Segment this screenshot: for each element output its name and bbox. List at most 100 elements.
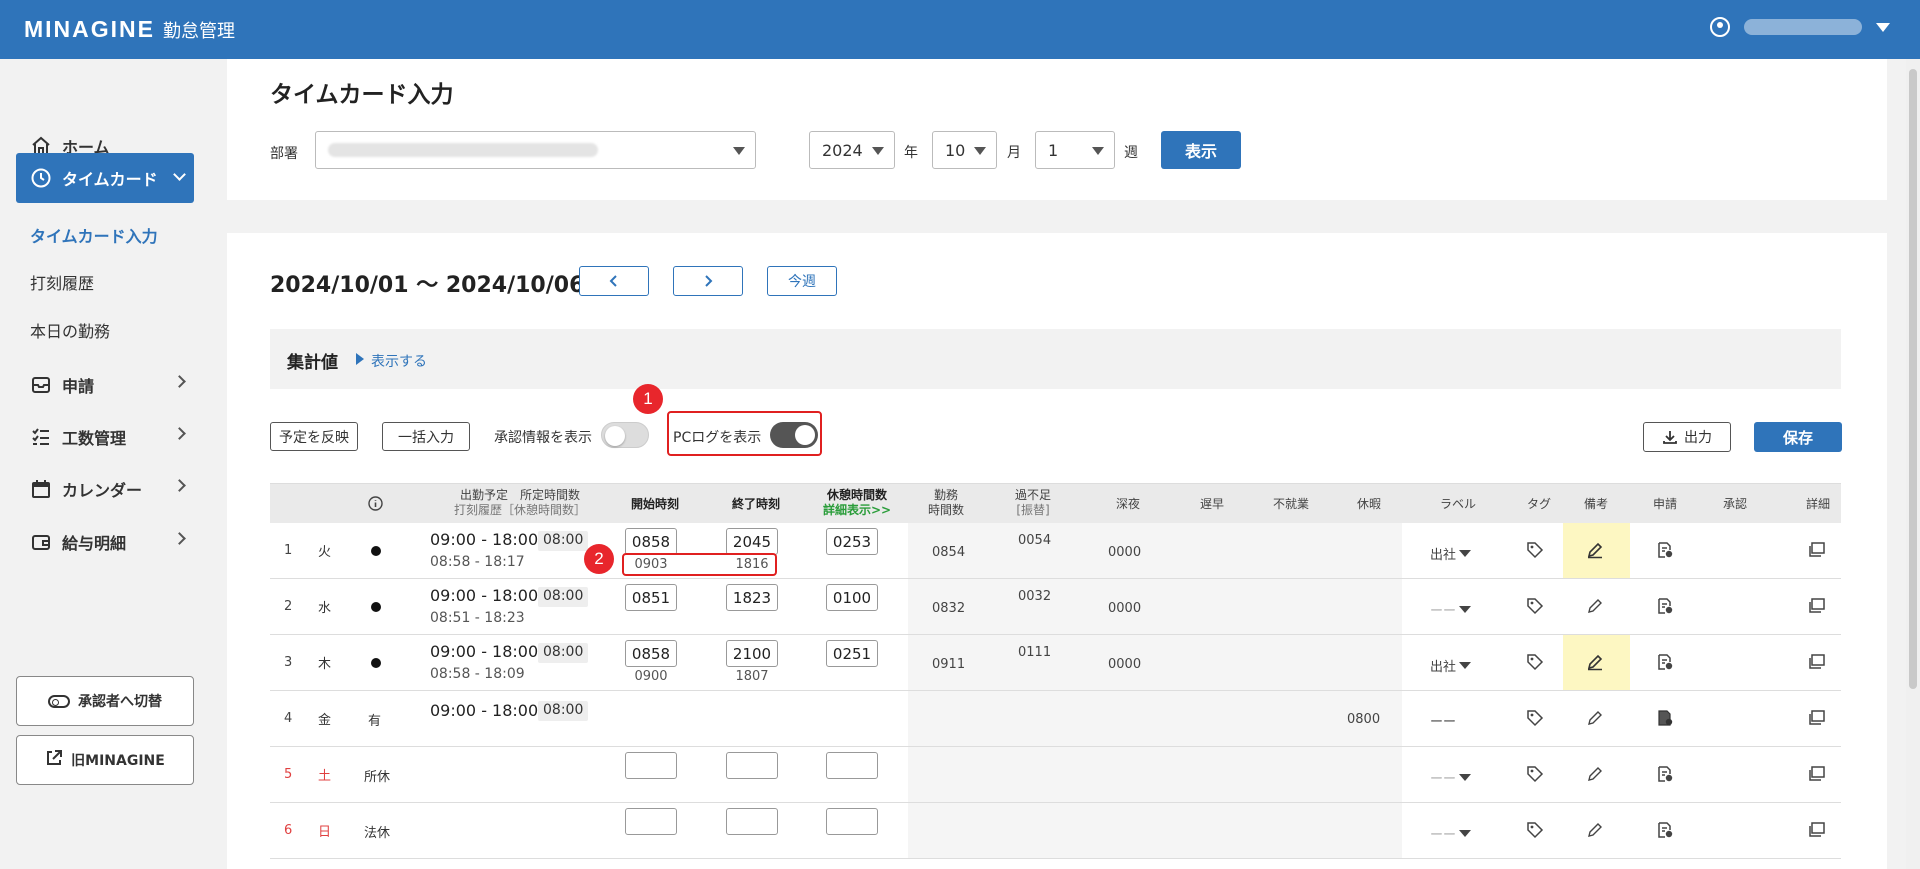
break-time-input[interactable]	[826, 752, 878, 779]
label-select[interactable]: ーー	[1430, 600, 1472, 619]
detail-window-icon[interactable]	[1808, 765, 1828, 785]
detail-window-icon[interactable]	[1808, 653, 1828, 673]
info-icon[interactable]	[368, 496, 383, 515]
old-minagine-button[interactable]: 旧MINAGINE	[16, 735, 194, 785]
application-doc-icon[interactable]	[1656, 597, 1676, 617]
app-logo[interactable]: MINAGINE	[24, 16, 155, 43]
this-week-button[interactable]: 今週	[767, 266, 837, 296]
break-time-input[interactable]	[826, 808, 878, 835]
expand-triangle-icon[interactable]	[356, 353, 364, 365]
tag-icon[interactable]	[1526, 821, 1546, 841]
detail-window-icon[interactable]	[1808, 597, 1828, 617]
pencil-icon[interactable]	[1586, 541, 1606, 561]
year-unit: 年	[904, 145, 918, 161]
end-time-input[interactable]	[726, 752, 778, 779]
detail-window-icon[interactable]	[1808, 541, 1828, 561]
month-select[interactable]: 10	[932, 131, 997, 169]
dropdown-arrow-icon	[1092, 147, 1104, 155]
application-doc-icon[interactable]	[1656, 709, 1676, 729]
summary-show-link[interactable]: 表示する	[371, 351, 427, 371]
chevron-right-icon	[705, 275, 713, 287]
row-history: 08:58 - 18:09	[430, 666, 525, 682]
tag-icon[interactable]	[1526, 597, 1546, 617]
tag-icon[interactable]	[1526, 765, 1546, 785]
end-time-input[interactable]: 2100	[726, 640, 778, 667]
break-time-input[interactable]: 0251	[826, 640, 878, 667]
checklist-icon	[30, 426, 52, 448]
year-select[interactable]: 2024	[809, 131, 895, 169]
row-schedule: 09:00 - 18:00	[430, 701, 539, 720]
toggle-icon	[48, 694, 70, 708]
pencil-icon[interactable]	[1586, 709, 1606, 729]
prev-week-button[interactable]	[579, 266, 649, 296]
pencil-icon[interactable]	[1586, 765, 1606, 785]
start-time-input[interactable]	[625, 752, 677, 779]
label-select[interactable]: ーー	[1430, 768, 1472, 787]
row-history: 08:51 - 18:23	[430, 610, 525, 626]
sidebar: ホーム タイムカード タイムカード入力 打刻履歴 本日の勤務 申請 工数管理 カ…	[0, 59, 210, 869]
end-time-input[interactable]: 2045	[726, 528, 778, 555]
sidebar-subitem-punch-history[interactable]: 打刻履歴	[30, 270, 94, 294]
sidebar-subitem-timecard-input[interactable]: タイムカード入力	[30, 223, 158, 247]
label-select[interactable]: ーー	[1430, 824, 1472, 843]
sidebar-item-timecard[interactable]: タイムカード	[16, 153, 194, 203]
pencil-icon[interactable]	[1586, 597, 1606, 617]
week-select[interactable]: 1	[1035, 131, 1115, 169]
break-time-input[interactable]: 0100	[826, 584, 878, 611]
start-time-input[interactable]: 0851	[625, 584, 677, 611]
sidebar-item-calendar[interactable]: カレンダー	[16, 467, 194, 511]
sidebar-item-payslip[interactable]: 給与明細	[16, 520, 194, 564]
tag-icon[interactable]	[1526, 541, 1546, 561]
row-dow: 水	[318, 601, 332, 616]
tag-icon[interactable]	[1526, 709, 1546, 729]
annotation-marker-1: 1	[633, 384, 663, 414]
old-minagine-label: 旧MINAGINE	[71, 753, 165, 769]
sidebar-item-requests[interactable]: 申請	[16, 363, 194, 407]
sidebar-subitem-today[interactable]: 本日の勤務	[30, 318, 110, 342]
detail-window-icon[interactable]	[1808, 709, 1828, 729]
tag-icon[interactable]	[1526, 653, 1546, 673]
application-doc-icon[interactable]	[1656, 821, 1676, 841]
start-time-input[interactable]: 0858	[625, 640, 677, 667]
scrollbar-thumb[interactable]	[1909, 69, 1917, 689]
row-dow: 木	[318, 657, 332, 672]
label-select[interactable]: 出社	[1430, 544, 1472, 563]
bulk-input-button[interactable]: 一括入力	[382, 422, 470, 451]
end-time-input[interactable]	[726, 808, 778, 835]
row-schedule: 09:00 - 18:00	[430, 642, 539, 661]
end-time-input[interactable]: 1823	[726, 584, 778, 611]
application-doc-icon[interactable]	[1656, 653, 1676, 673]
application-doc-icon[interactable]	[1656, 541, 1676, 561]
start-time-input[interactable]: 0858	[625, 528, 677, 555]
scrollbar[interactable]	[1906, 59, 1920, 869]
reflect-schedule-button[interactable]: 予定を反映	[270, 422, 358, 451]
switch-to-approver-label: 承認者へ切替	[78, 694, 162, 710]
show-button[interactable]: 表示	[1161, 131, 1241, 169]
month-value: 10	[945, 140, 966, 160]
chevron-right-icon	[173, 479, 186, 492]
label-select[interactable]: 出社	[1430, 656, 1472, 675]
sidebar-item-workload[interactable]: 工数管理	[16, 415, 194, 459]
table-header: 出勤予定 所定時間数 打刻履歴［休憩時間数］ 開始時刻 終了時刻 休憩時間数 詳…	[270, 483, 1841, 523]
start-time-input[interactable]	[625, 808, 677, 835]
chevron-down-icon[interactable]	[1876, 22, 1890, 32]
dept-label: 部署	[270, 146, 298, 162]
dept-select[interactable]	[315, 131, 756, 169]
export-button[interactable]: 出力	[1643, 422, 1731, 452]
approval-toggle[interactable]	[601, 422, 649, 448]
pencil-icon[interactable]	[1586, 821, 1606, 841]
status-dot	[371, 546, 381, 556]
external-link-icon	[45, 749, 63, 771]
row-hours: 08:00	[538, 587, 589, 607]
switch-to-approver-button[interactable]: 承認者へ切替	[16, 676, 194, 726]
next-week-button[interactable]	[673, 266, 743, 296]
user-menu[interactable]	[1710, 17, 1890, 37]
application-doc-icon[interactable]	[1656, 765, 1676, 785]
save-button[interactable]: 保存	[1754, 422, 1842, 452]
sidebar-item-label: 申請	[62, 377, 95, 396]
pencil-icon[interactable]	[1586, 653, 1606, 673]
row-dow: 金	[318, 713, 332, 728]
break-detail-link[interactable]: 詳細表示>>	[823, 503, 891, 517]
break-time-input[interactable]: 0253	[826, 528, 878, 555]
detail-window-icon[interactable]	[1808, 821, 1828, 841]
